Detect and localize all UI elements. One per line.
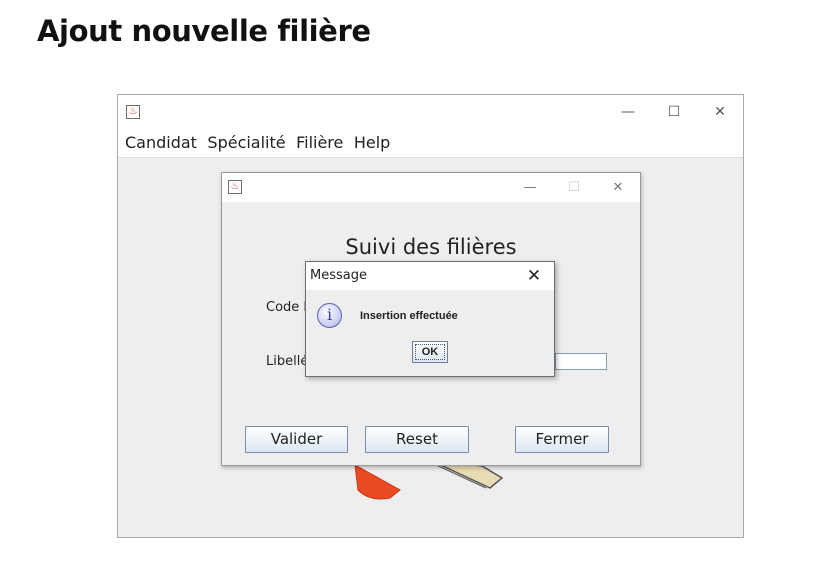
message-text: Insertion effectuée bbox=[360, 310, 458, 322]
java-app-icon: ♨ bbox=[126, 105, 140, 119]
menu-bar: Candidat Spécialité Filière Help bbox=[118, 129, 743, 158]
message-close-button[interactable]: ✕ bbox=[514, 262, 554, 290]
libelle-label: Libellé bbox=[266, 354, 309, 369]
reset-button[interactable]: Reset bbox=[365, 426, 469, 453]
form-maximize-button[interactable]: ☐ bbox=[552, 173, 596, 202]
main-titlebar: ♨ — ☐ ✕ bbox=[118, 95, 743, 129]
ok-button[interactable]: OK bbox=[412, 341, 448, 363]
message-dialog: Message ✕ i Insertion effectuée OK bbox=[305, 261, 555, 377]
menu-candidat[interactable]: Candidat bbox=[122, 129, 200, 157]
valider-button[interactable]: Valider bbox=[245, 426, 348, 453]
form-close-button[interactable]: ✕ bbox=[596, 173, 640, 202]
message-titlebar: Message ✕ bbox=[306, 262, 554, 290]
java-app-icon: ♨ bbox=[228, 180, 242, 194]
maximize-button[interactable]: ☐ bbox=[651, 95, 697, 129]
info-icon: i bbox=[317, 303, 342, 328]
close-button[interactable]: ✕ bbox=[697, 95, 743, 129]
form-minimize-button[interactable]: — bbox=[508, 173, 552, 202]
minimize-button[interactable]: — bbox=[605, 95, 651, 129]
form-heading: Suivi des filières bbox=[345, 235, 517, 259]
message-title: Message bbox=[310, 268, 367, 283]
libelle-input[interactable] bbox=[555, 353, 607, 370]
menu-help[interactable]: Help bbox=[351, 129, 393, 157]
form-titlebar: ♨ — ☐ ✕ bbox=[222, 173, 640, 202]
menu-specialite[interactable]: Spécialité bbox=[204, 129, 288, 157]
fermer-button[interactable]: Fermer bbox=[515, 426, 609, 453]
page-title: Ajout nouvelle filière bbox=[37, 14, 371, 48]
menu-filiere[interactable]: Filière bbox=[293, 129, 346, 157]
